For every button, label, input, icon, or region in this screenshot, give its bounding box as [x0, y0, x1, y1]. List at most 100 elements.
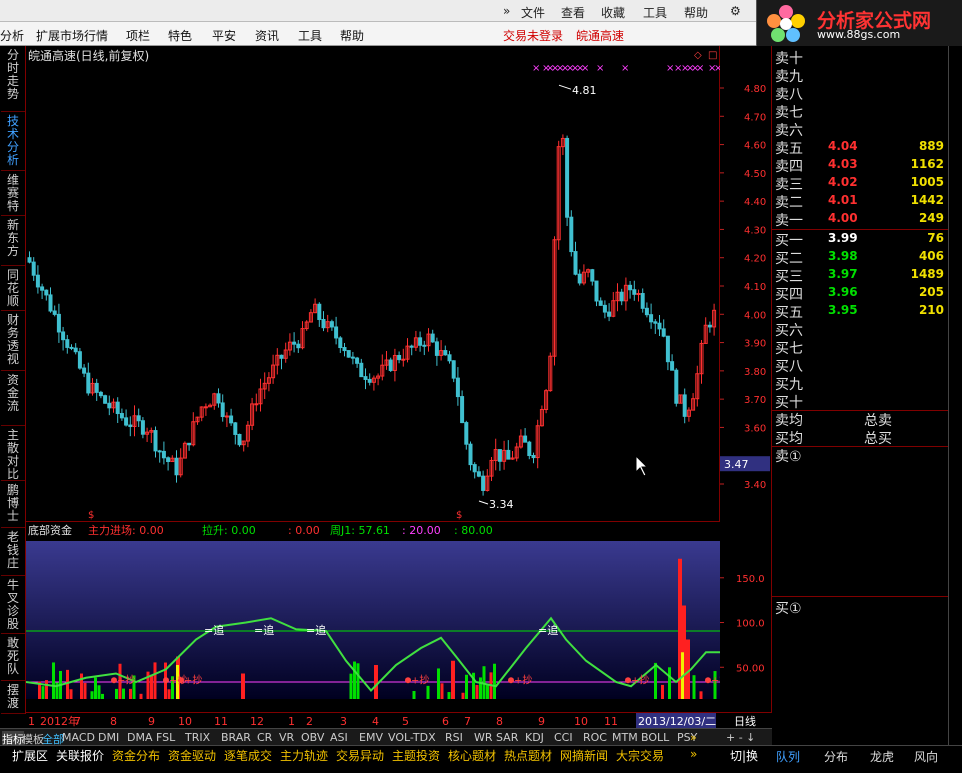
ind-tab-obv[interactable]: OBV	[301, 731, 324, 744]
left-tab-8[interactable]: 鹏博士	[1, 481, 25, 528]
stock-name-link[interactable]: 皖通高速	[576, 27, 624, 44]
bottom-tab-4[interactable]: 逐笔成交	[224, 747, 272, 764]
buy-queue-label[interactable]: 买①	[775, 598, 802, 618]
buy-level-label: 买九	[775, 377, 803, 393]
menu-tools[interactable]: 工具	[643, 4, 667, 21]
menu-tools2[interactable]: 工具	[298, 27, 322, 44]
left-tab-9[interactable]: 老钱庄	[1, 528, 25, 576]
price-tick-label: 4.00	[744, 310, 766, 321]
bottom-tab-8[interactable]: 核心题材	[448, 747, 496, 764]
menu-help2[interactable]: 帮助	[340, 27, 364, 44]
ind-tab-rsi[interactable]: RSI	[445, 731, 463, 744]
kline-candle	[460, 396, 465, 424]
bottom-tab-2[interactable]: 资金分布	[112, 747, 160, 764]
left-tab-4[interactable]: 同花顺	[1, 266, 25, 311]
ind-tab-cr[interactable]: CR	[257, 731, 272, 744]
menu-file[interactable]: 文件	[521, 4, 545, 21]
ind-tab-dma[interactable]: DMA	[127, 731, 153, 744]
sell-volume: 1162	[910, 157, 944, 171]
ind-tab-trix[interactable]: TRIX	[185, 731, 210, 744]
right-tab-2[interactable]: 龙虎	[870, 748, 894, 765]
ind-tab-roc[interactable]: ROC	[583, 731, 607, 744]
trade-status[interactable]: 交易未登录	[503, 27, 563, 44]
right-tab-3[interactable]: 风向	[914, 748, 938, 765]
left-tab-12[interactable]: 摆渡	[1, 681, 25, 714]
menu-pingan[interactable]: 平安	[212, 27, 236, 44]
ind-tab-vr[interactable]: VR	[279, 731, 294, 744]
ind-tab-fsl[interactable]: FSL	[156, 731, 175, 744]
bottom-tab-6[interactable]: 交易异动	[336, 747, 384, 764]
ind-tab-emv[interactable]: EMV	[359, 731, 383, 744]
bottom-tab-3[interactable]: 资金驱动	[168, 747, 216, 764]
arrow-icon[interactable]: »	[503, 4, 510, 18]
gear-icon[interactable]: ⚙	[730, 4, 741, 18]
menu-ext-market[interactable]: 扩展市场行情	[36, 27, 108, 44]
bottom-tab-7[interactable]: 主题投资	[392, 747, 440, 764]
zoom-controls-icon[interactable]: + - ↓	[726, 731, 755, 744]
ind-bar	[122, 688, 125, 699]
bottom-tab-10[interactable]: 网摘新闻	[560, 747, 608, 764]
right-tab-0[interactable]: 队列	[776, 748, 800, 765]
bottom-tab-1[interactable]: 关联报价	[56, 747, 104, 764]
ind-tab-boll[interactable]: BOLL	[641, 731, 669, 744]
left-tab-10[interactable]: 牛叉诊股	[1, 576, 25, 634]
menu-info[interactable]: 资讯	[255, 27, 279, 44]
date-label: 3	[340, 715, 347, 728]
right-tab-1[interactable]: 分布	[824, 748, 848, 765]
left-tab-7[interactable]: 主散对比	[1, 426, 25, 481]
left-tab-5[interactable]: 财务透视	[1, 311, 25, 371]
left-tab-6[interactable]: 资金流	[1, 371, 25, 426]
ind-tab-brar[interactable]: BRAR	[221, 731, 251, 744]
bottom-more-icon[interactable]: »	[690, 747, 697, 761]
menu-analysis[interactable]: 分析	[0, 27, 24, 44]
left-tab-2[interactable]: 维赛特	[1, 171, 25, 216]
low-label: 3.34	[489, 498, 514, 511]
menu-favorites[interactable]: 收藏	[601, 4, 625, 21]
buy-level-label: 买七	[775, 341, 803, 357]
menu-help[interactable]: 帮助	[684, 4, 708, 21]
date-label: 9	[538, 715, 545, 728]
ind-tab-wr[interactable]: WR	[474, 731, 493, 744]
price-tick-label: 4.40	[744, 197, 766, 208]
kline-candle	[464, 422, 469, 445]
sell-price: 4.03	[828, 157, 858, 171]
kline-chart[interactable]: 皖通高速(日线,前复权)4.813.34× ××××××××× × × × ××××× ××…	[26, 46, 722, 522]
left-tab-11[interactable]: 敢死队	[1, 634, 25, 681]
ind-tab-cci[interactable]: CCI	[554, 731, 573, 744]
sell-level-label: 卖十	[775, 51, 803, 67]
kline-chart-panel[interactable]: 皖通高速(日线,前复权) 4.81 3.34 × × × × × × × × × × × × × × × × × × × ×…	[26, 46, 722, 522]
kline-candle	[497, 449, 502, 462]
ind-tab-sar[interactable]: SAR	[496, 731, 518, 744]
price-tick-label: 4.20	[744, 254, 766, 265]
bottom-tab-5[interactable]: 主力轨迹	[280, 747, 328, 764]
left-tab-3[interactable]: 新东方	[1, 216, 25, 266]
ind-tab-dmi[interactable]: DMI	[98, 731, 119, 744]
left-tab-1[interactable]: 技术分析	[1, 112, 25, 171]
kline-candle	[161, 450, 166, 459]
bottom-tab-9[interactable]: 热点题材	[504, 747, 552, 764]
buy-tag: +抄	[514, 674, 532, 687]
ind-tab-vol-tdx[interactable]: VOL-TDX	[388, 731, 436, 744]
bottom-tab-11[interactable]: 大宗交易	[616, 747, 664, 764]
ind-tab-mtm[interactable]: MTM	[612, 731, 638, 744]
indicator-chart[interactable]: 底部资金 主力进场: 0.00 拉升: 0.00: 0.00 周J1: 57.61: …	[25, 522, 729, 712]
menu-topbar[interactable]: 项栏	[126, 27, 150, 44]
ind-bar	[654, 662, 657, 699]
switch-button[interactable]: 切|换	[730, 747, 758, 764]
ind-tab-kdj[interactable]: KDJ	[525, 731, 544, 744]
side-scrollbar[interactable]	[948, 46, 962, 745]
kline-candle	[350, 356, 355, 359]
sell-queue-label[interactable]: 卖①	[775, 446, 802, 466]
sell-price: 4.01	[828, 193, 858, 207]
bottom-tab-0[interactable]: 扩展区	[12, 747, 48, 764]
kline-candle	[451, 360, 456, 379]
menu-special[interactable]: 特色	[168, 27, 192, 44]
more-icon[interactable]: »	[690, 731, 697, 744]
ind-tab-macd[interactable]: MACD	[62, 731, 95, 744]
ind-bar	[465, 674, 468, 699]
menu-view[interactable]: 查看	[561, 4, 585, 21]
buy-price: 3.96	[828, 285, 858, 299]
indicator-panel[interactable]: 底部资金 主力进场: 0.00 拉升: 0.00: 0.00 周J1: 57.61: …	[25, 522, 729, 712]
ind-tab-asi[interactable]: ASI	[330, 731, 348, 744]
left-tab-0[interactable]: 分时走势	[1, 46, 25, 112]
